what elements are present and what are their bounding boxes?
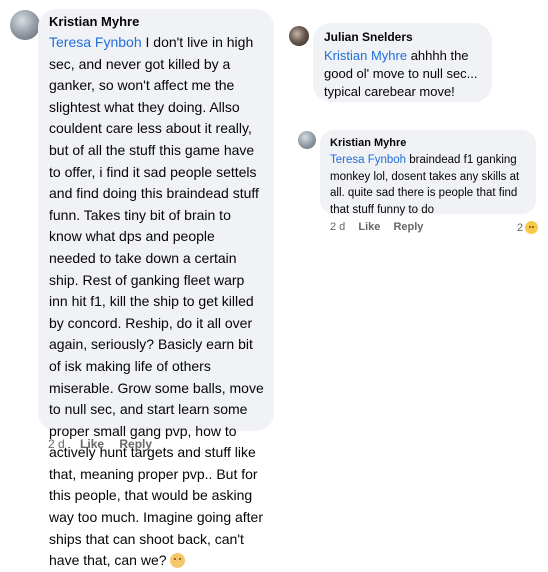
reaction-summary[interactable]: 2	[517, 221, 539, 234]
avatar-kristian-myhre[interactable]	[10, 10, 40, 40]
like-button[interactable]: Like	[80, 437, 104, 451]
mention-link[interactable]: Teresa Fynboh	[330, 154, 406, 166]
monkey-face-icon	[170, 553, 186, 569]
comment-author[interactable]: Kristian Myhre	[330, 137, 526, 149]
avatar-julian-snelders[interactable]	[289, 26, 309, 46]
reply-button[interactable]: Reply	[119, 437, 152, 451]
avatar-kristian-myhre[interactable]	[298, 131, 316, 149]
comment-text: Kristian Myhre ahhhh the good ol' move t…	[324, 47, 482, 101]
reply-button[interactable]: Reply	[393, 221, 423, 233]
comment-author[interactable]: Kristian Myhre	[49, 14, 264, 29]
comment-author[interactable]: Julian Snelders	[324, 30, 482, 44]
comment-bubble-kristian-short: Kristian Myhre Teresa Fynboh braindead f…	[320, 130, 536, 216]
comment-bubble-julian: Julian Snelders Kristian Myhre ahhhh the…	[313, 23, 492, 102]
comment-text: Teresa Fynboh braindead f1 ganking monke…	[330, 152, 526, 218]
comment-actions: 2 d Like Reply	[48, 437, 164, 451]
comment-time[interactable]: 2 d	[48, 437, 65, 451]
comment-bubble-kristian-long: Kristian Myhre Teresa Fynboh I don't liv…	[38, 9, 274, 569]
mention-link[interactable]: Teresa Fynboh	[49, 34, 142, 50]
comment-time[interactable]: 2 d	[330, 221, 345, 233]
comment-body: I don't live in high sec, and never got …	[49, 34, 264, 569]
reaction-count: 2	[517, 221, 524, 234]
mention-link[interactable]: Kristian Myhre	[324, 48, 407, 63]
comment-actions: 2 d Like Reply	[330, 221, 435, 233]
laughing-emoji-icon	[525, 221, 539, 234]
like-button[interactable]: Like	[358, 221, 380, 233]
comment-text: Teresa Fynboh I don't live in high sec, …	[49, 32, 264, 572]
